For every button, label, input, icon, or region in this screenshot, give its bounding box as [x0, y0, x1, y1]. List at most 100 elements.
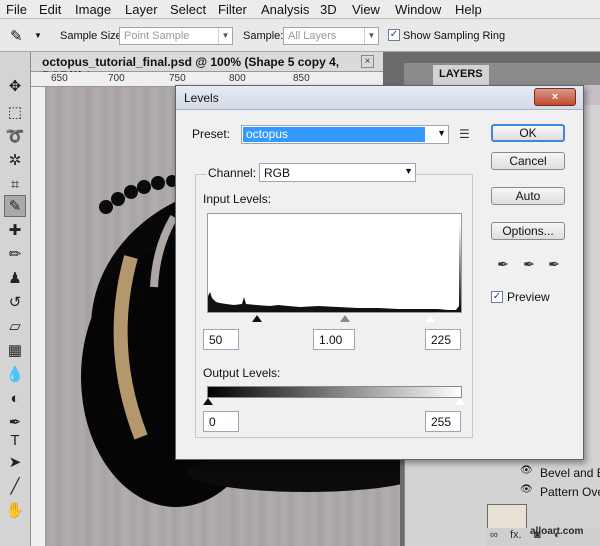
menu-view[interactable]: View [352, 2, 380, 17]
line-tool-icon[interactable]: ╱ [4, 476, 26, 498]
options-bar: ✎ ▼ Sample Size: Point Sample ▼ Sample: … [0, 19, 600, 52]
input-gamma-field[interactable]: 1.00 [313, 329, 355, 350]
preview-checkbox[interactable]: ✓ [491, 291, 503, 303]
output-white-field[interactable]: 255 [425, 411, 461, 432]
eye-icon[interactable]: 👁 [520, 465, 533, 476]
ruler-tick-label: 800 [229, 73, 246, 84]
chevron-down-icon: ▼ [218, 28, 232, 44]
document-tab[interactable]: octopus_tutorial_final.psd @ 100% (Shape… [31, 52, 383, 83]
ruler-tick-label: 700 [108, 73, 125, 84]
dialog-title: Levels [184, 91, 219, 105]
chevron-down-icon[interactable]: ▼ [34, 31, 42, 40]
input-levels-label: Input Levels: [203, 192, 272, 206]
dialog-title-bar[interactable]: Levels × [176, 86, 583, 110]
marquee-tool-icon[interactable]: ⬚ [4, 102, 26, 124]
type-tool-icon[interactable]: T [4, 430, 26, 452]
brush-tool-icon[interactable]: ✏ [4, 244, 26, 266]
menu-filter[interactable]: Filter [218, 2, 247, 17]
eyedropper-preset-icon[interactable]: ✎ [10, 27, 23, 45]
chevron-down-icon: ▼ [364, 28, 378, 44]
lasso-tool-icon[interactable]: ➰ [4, 126, 26, 148]
levels-dialog: Levels × Preset: octopus ▼ ☰ Channel: RG… [175, 85, 584, 460]
blur-tool-icon[interactable]: 💧 [4, 364, 26, 386]
close-icon[interactable]: × [361, 55, 374, 68]
gradient-tool-icon[interactable]: ▦ [4, 340, 26, 362]
menu-window[interactable]: Window [395, 2, 441, 17]
menu-layer[interactable]: Layer [125, 2, 158, 17]
vertical-ruler [31, 87, 46, 546]
show-sampling-ring-label: Show Sampling Ring [403, 30, 506, 42]
panel-tab-bar: LAYERS [405, 63, 600, 85]
layer-effect-label: Bevel and Em [540, 466, 600, 480]
ok-button[interactable]: OK [491, 124, 565, 142]
menu-edit[interactable]: Edit [39, 2, 61, 17]
layer-effect-row[interactable]: 👁 Bevel and Em [518, 463, 600, 481]
input-black-field[interactable]: 50 [203, 329, 239, 350]
ruler-tick-label: 850 [293, 73, 310, 84]
auto-button[interactable]: Auto [491, 187, 565, 205]
white-point-eyedropper-icon[interactable]: ✒ [546, 256, 562, 274]
menu-bar: File Edit Image Layer Select Filter Anal… [0, 0, 600, 19]
clone-stamp-tool-icon[interactable]: ♟ [4, 268, 26, 290]
link-icon[interactable]: ∞ [490, 529, 498, 541]
menu-select[interactable]: Select [170, 2, 206, 17]
menu-image[interactable]: Image [75, 2, 111, 17]
quick-select-tool-icon[interactable]: ✲ [4, 150, 26, 172]
preset-options-menu-icon[interactable]: ☰ [459, 127, 470, 141]
output-levels-slider[interactable] [203, 398, 465, 408]
ruler-tick-label: 650 [51, 73, 68, 84]
gray-point-eyedropper-icon[interactable]: ✒ [521, 256, 537, 274]
ruler-tick-label: 750 [169, 73, 186, 84]
sample-size-value: Point Sample [124, 30, 190, 42]
preset-select[interactable]: octopus ▼ [241, 125, 449, 144]
history-brush-tool-icon[interactable]: ↺ [4, 292, 26, 314]
sample-size-select[interactable]: Point Sample ▼ [119, 27, 233, 45]
black-point-eyedropper-icon[interactable]: ✒ [495, 256, 511, 274]
sample-select[interactable]: All Layers ▼ [283, 27, 379, 45]
input-levels-slider[interactable] [207, 314, 462, 324]
show-sampling-ring-checkbox[interactable]: ✓ [388, 29, 400, 41]
output-black-point-handle[interactable] [203, 398, 213, 405]
tools-panel: ✥ ⬚ ➰ ✲ ⌗ ✎ ✚ ✏ ♟ ↺ ▱ ▦ 💧 ◐ ✒ T ➤ ╱ ✋ [0, 52, 31, 546]
options-button[interactable]: Options... [491, 222, 565, 240]
histogram-graph [208, 224, 461, 312]
output-black-field[interactable]: 0 [203, 411, 239, 432]
channel-label: Channel: [206, 166, 259, 180]
sample-size-label: Sample Size: [60, 30, 125, 42]
eraser-tool-icon[interactable]: ▱ [4, 316, 26, 338]
path-selection-tool-icon[interactable]: ➤ [4, 452, 26, 474]
dodge-tool-icon[interactable]: ◐ [4, 388, 26, 410]
layer-effect-row[interactable]: 👁 Pattern Overla [518, 482, 600, 500]
healing-brush-tool-icon[interactable]: ✚ [4, 220, 26, 242]
eye-icon[interactable]: 👁 [520, 484, 533, 495]
menu-file[interactable]: File [6, 2, 27, 17]
crop-tool-icon[interactable]: ⌗ [4, 174, 26, 196]
move-tool-icon[interactable]: ✥ [4, 76, 26, 98]
layer-effect-label: Pattern Overla [540, 485, 600, 499]
sample-label: Sample: [243, 30, 284, 42]
eyedropper-tool-icon[interactable]: ✎ [4, 195, 26, 217]
preset-value: octopus [243, 127, 425, 142]
cancel-button[interactable]: Cancel [491, 152, 565, 170]
output-gradient-bar [207, 386, 462, 398]
menu-3d[interactable]: 3D [320, 2, 337, 17]
input-black-point-handle[interactable] [252, 315, 262, 322]
input-white-field[interactable]: 225 [425, 329, 461, 350]
menu-help[interactable]: Help [455, 2, 482, 17]
sample-value: All Layers [288, 30, 337, 42]
layer-thumbnail[interactable] [487, 504, 527, 530]
menu-analysis[interactable]: Analysis [261, 2, 309, 17]
tab-layers[interactable]: LAYERS [433, 65, 489, 85]
histogram [207, 213, 462, 313]
input-gamma-handle[interactable] [340, 315, 350, 322]
output-levels-label: Output Levels: [203, 366, 281, 380]
fx-icon[interactable]: fx. [510, 529, 522, 541]
watermark-text: alloart.com [530, 526, 584, 537]
close-icon[interactable]: × [534, 88, 576, 106]
channel-select[interactable]: RGB ▼ [259, 163, 416, 182]
input-white-point-handle[interactable] [425, 315, 435, 322]
preset-label: Preset: [192, 127, 231, 141]
hand-tool-icon[interactable]: ✋ [4, 500, 26, 522]
output-white-point-handle[interactable] [455, 398, 465, 405]
preview-label: Preview [507, 290, 550, 304]
